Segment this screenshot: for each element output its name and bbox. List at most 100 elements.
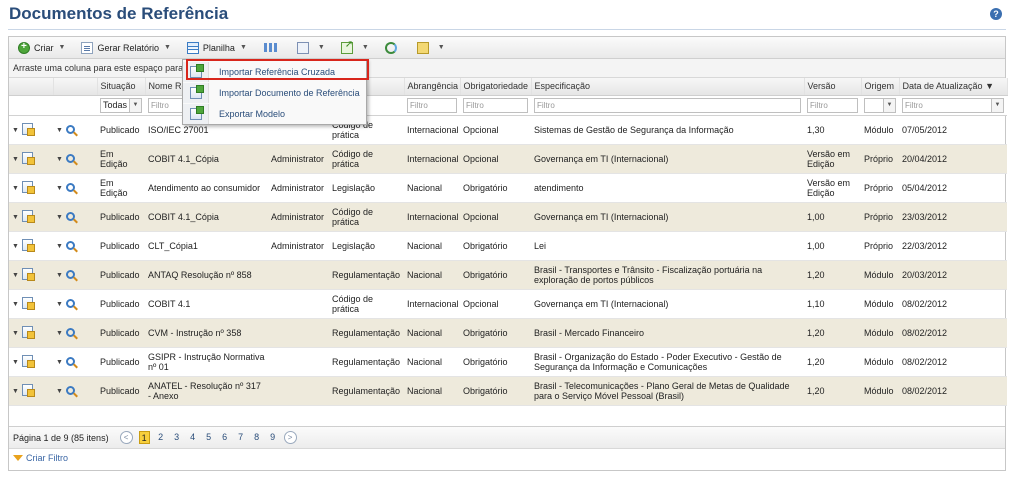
edit-document-icon[interactable] — [21, 355, 35, 369]
table-row[interactable]: ▼ ▼ Publicado COBIT 4.1_Cópia Administrator C… — [9, 202, 1007, 232]
chevron-down-icon[interactable]: ▼ — [12, 272, 19, 279]
chevron-down-icon[interactable]: ▼ — [12, 330, 19, 337]
chevron-down-icon[interactable]: ▼ — [56, 185, 63, 192]
cell-data: 07/05/2012 — [899, 115, 1007, 145]
chevron-down-icon[interactable]: ▼ — [12, 214, 19, 221]
page-number[interactable]: 6 — [220, 431, 230, 444]
page-number[interactable]: 7 — [236, 431, 246, 444]
menu-item-import-reference-document[interactable]: Importar Documento de Referência — [183, 83, 366, 103]
abrangencia-filter-input[interactable]: Filtro — [407, 97, 457, 113]
page-number[interactable]: 9 — [268, 431, 278, 444]
reference-documents-grid: Criar ▼ Gerar Relatório ▼ Planilha ▼ ▼ ▼ — [8, 36, 1008, 471]
chevron-down-icon[interactable]: ▼ — [56, 127, 63, 134]
edit-document-icon[interactable] — [21, 384, 35, 398]
edit-document-icon[interactable] — [21, 210, 35, 224]
column-header-versao[interactable]: Versão — [804, 78, 862, 96]
chevron-down-icon[interactable]: ▼ — [56, 330, 63, 337]
edit-document-icon[interactable] — [21, 297, 35, 311]
page-number[interactable]: 1 — [138, 431, 150, 444]
create-button[interactable]: Criar ▼ — [13, 39, 70, 57]
obrigatoriedade-filter-input[interactable]: Filtro — [463, 97, 528, 113]
column-header-situacao[interactable]: Situação — [97, 78, 146, 96]
page-number[interactable]: 4 — [188, 431, 198, 444]
search-icon[interactable] — [65, 240, 75, 250]
cell-data: 05/04/2012 — [899, 173, 1007, 203]
edit-document-icon[interactable] — [21, 123, 35, 137]
search-icon[interactable] — [65, 153, 75, 163]
create-label: Criar — [34, 42, 54, 53]
page-number[interactable]: 8 — [252, 431, 262, 444]
chevron-down-icon[interactable]: ▼ — [56, 214, 63, 221]
generate-report-button[interactable]: Gerar Relatório ▼ — [76, 39, 175, 57]
next-page-button[interactable]: > — [283, 431, 297, 444]
chevron-down-icon[interactable]: ▼ — [12, 127, 19, 134]
column-header-data[interactable]: Data de Atualização ▼ — [899, 78, 1008, 96]
edit-document-icon[interactable] — [21, 239, 35, 253]
column-header-obrigatoriedade[interactable]: Obrigatoriedade — [460, 78, 532, 96]
situacao-filter-select[interactable]: Todas ▼ — [100, 97, 142, 113]
table-row[interactable]: ▼ ▼ Publicado COBIT 4.1 Código de prática Int… — [9, 289, 1007, 319]
chevron-down-icon: ▼ — [361, 44, 369, 51]
chevron-down-icon[interactable]: ▼ — [12, 301, 19, 308]
create-filter-link[interactable]: Criar Filtro — [13, 453, 68, 463]
search-icon[interactable] — [65, 211, 75, 221]
chevron-down-icon[interactable]: ▼ — [56, 388, 63, 395]
page-number[interactable]: 2 — [156, 431, 166, 444]
edit-document-icon[interactable] — [21, 181, 35, 195]
chevron-down-icon[interactable]: ▼ — [56, 301, 63, 308]
chevron-down-icon[interactable]: ▼ — [56, 359, 63, 366]
chevron-down-icon[interactable]: ▼ — [12, 156, 19, 163]
origem-filter-select[interactable]: ▼ — [864, 97, 896, 113]
cell-data: 20/03/2012 — [899, 260, 1007, 290]
cell-abrangencia: Internacional — [404, 289, 460, 319]
edit-document-icon[interactable] — [21, 152, 35, 166]
chevron-down-icon[interactable]: ▼ — [12, 359, 19, 366]
table-row[interactable]: ▼ ▼ Em Edição Atendimento ao consumidor Admi… — [9, 173, 1007, 203]
refresh-button[interactable] — [380, 39, 406, 57]
search-icon[interactable] — [65, 385, 75, 395]
chevron-down-icon: ▼ — [58, 44, 66, 51]
table-row[interactable]: ▼ ▼ Em Edição COBIT 4.1_Cópia Administrator C… — [9, 144, 1007, 174]
chevron-down-icon[interactable]: ▼ — [56, 243, 63, 250]
documents-table: Situação Nome Re Abrangência Obrigatorie… — [9, 78, 1008, 406]
page-number[interactable]: 5 — [204, 431, 214, 444]
table-row[interactable]: ▼ ▼ Publicado GSIPR - Instrução Normativa n… — [9, 347, 1007, 377]
help-icon[interactable]: ? — [990, 8, 1002, 20]
chevron-down-icon[interactable]: ▼ — [12, 388, 19, 395]
search-icon[interactable] — [65, 269, 75, 279]
page-number[interactable]: 3 — [172, 431, 182, 444]
column-header-especificacao[interactable]: Especificação — [531, 78, 805, 96]
group-by-drop-area[interactable]: Arraste uma coluna para este espaço para — [9, 59, 1005, 78]
edit-button[interactable]: ▼ — [412, 39, 450, 57]
spreadsheet-button[interactable]: Planilha ▼ — [182, 39, 252, 57]
versao-filter-input[interactable]: Filtro — [807, 97, 858, 113]
column-header-abrangencia[interactable]: Abrangência — [404, 78, 461, 96]
search-icon[interactable] — [65, 327, 75, 337]
table-row[interactable]: ▼ ▼ Publicado ANATEL - Resolução nº 317 - A… — [9, 376, 1007, 406]
data-filter-input[interactable]: Filtro ▼ — [902, 97, 1004, 113]
search-icon[interactable] — [65, 356, 75, 366]
search-icon[interactable] — [65, 298, 75, 308]
especificacao-filter-input[interactable]: Filtro — [534, 97, 801, 113]
menu-item-export-template[interactable]: Exportar Modelo — [183, 104, 366, 124]
chevron-down-icon[interactable]: ▼ — [56, 156, 63, 163]
cell-abrangencia: Nacional — [404, 376, 460, 406]
export-button[interactable]: ▼ — [336, 39, 374, 57]
edit-document-icon[interactable] — [21, 326, 35, 340]
table-row[interactable]: ▼▼PublicadoISO/IEC 27001Código de prátic… — [9, 115, 1007, 145]
edit-document-icon[interactable] — [21, 268, 35, 282]
cell-tipo: Código de prática — [329, 144, 404, 174]
cell-autor — [268, 289, 329, 319]
search-icon[interactable] — [65, 124, 75, 134]
table-row[interactable]: ▼ ▼ Publicado CVM - Instrução nº 358 Regulam… — [9, 318, 1007, 348]
columns-button[interactable] — [258, 39, 286, 57]
chevron-down-icon[interactable]: ▼ — [56, 272, 63, 279]
column-header-origem[interactable]: Origem — [861, 78, 900, 96]
table-row[interactable]: ▼ ▼ Publicado ANTAQ Resolução nº 858 Regulam… — [9, 260, 1007, 290]
prev-page-button[interactable]: < — [119, 431, 133, 444]
table-row[interactable]: ▼ ▼ Publicado CLT_Cópia1 Administrator Legisl… — [9, 231, 1007, 261]
chevron-down-icon[interactable]: ▼ — [12, 243, 19, 250]
table-options-button[interactable]: ▼ — [292, 39, 330, 57]
search-icon[interactable] — [65, 182, 75, 192]
chevron-down-icon[interactable]: ▼ — [12, 185, 19, 192]
